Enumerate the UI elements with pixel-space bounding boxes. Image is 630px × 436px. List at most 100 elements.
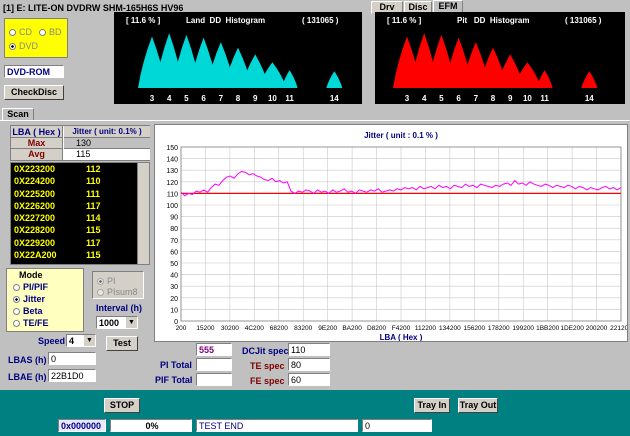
x-tick-label: 30200 [221,325,239,332]
y-tick-label: 20 [170,296,178,303]
radio-icon[interactable] [13,320,20,328]
histogram-tick-label: 10 [268,94,277,103]
status-count: 0 [362,419,432,432]
mode-option-label: Beta [23,306,43,316]
radio-icon[interactable] [13,296,20,304]
histogram-tick-label: 3 [405,94,410,103]
histogram-peak [281,70,298,88]
x-tick-label: 178200 [488,325,510,332]
avg-value: 115 [64,149,150,160]
y-tick-label: 110 [167,191,178,198]
histogram-tick-label: 7 [474,94,479,103]
list-scrollbar[interactable] [137,163,149,264]
radio-icon[interactable] [13,284,20,292]
fe-label: FE spec [250,376,285,386]
row-lba: 0X223200 [14,164,56,174]
y-tick-label: 30 [170,284,178,291]
lbae-input[interactable]: 22B1D0 [48,369,96,382]
stop-button[interactable]: STOP [104,398,140,413]
histogram-tick-label: 4 [167,94,172,103]
land-histogram: [ 11.6 % ] Land DD Histogram ( 131065 ) … [114,12,362,104]
lbas-input[interactable]: 0 [48,352,96,365]
mode-option[interactable]: Beta [13,306,49,318]
table-row[interactable]: 0X225200 111 [14,188,132,200]
status-lba: 0x000000 [58,419,106,432]
status-message: TEST END [196,419,358,432]
lbas-label: LBAS (h) [8,355,47,365]
histogram-tick-label: 6 [201,94,206,103]
histogram-tick-label: 11 [285,94,294,103]
histogram-peak [536,70,553,88]
y-tick-label: 70 [170,238,178,245]
x-tick-label: 83200 [294,325,312,332]
jitter-data-list[interactable]: 0X223200 112 0X224200 110 0X225200 111 0X22620… [10,162,150,265]
avg-label: Avg [11,149,63,160]
x-tick-label: 4C200 [245,325,265,332]
pi-group: PI PIsum8 [92,271,144,299]
histogram-tick-label: 4 [422,94,427,103]
mode-option[interactable]: Jitter [13,294,49,306]
x-tick-label: F4200 [392,325,411,332]
disc-label-field: DVD-ROM [4,65,64,78]
pit-histogram: [ 11.6 % ] Pit DD Histogram ( 131065 ) 3… [375,12,625,104]
mode-option[interactable]: PI/PIF [13,282,49,294]
mode-option[interactable]: TE/FE [13,318,49,330]
histogram-tick-label: 5 [184,94,189,103]
row-jitter: 114 [86,213,101,224]
pit-histogram-plot: 3 4 5 6 7 8 9 10 11 14 [393,33,598,103]
disc-dvd-radio[interactable]: DVD [9,41,38,51]
row-lba: 0X229200 [14,237,56,248]
te-label: TE spec [250,361,285,371]
y-tick-label: 130 [166,168,178,175]
histogram-tick-label: 8 [491,94,496,103]
mode-option-label: PI/PIF [23,282,49,292]
tray-out-button[interactable]: Tray Out [458,398,498,413]
lbae-label: LBAE (h) [8,372,47,382]
pi-radio[interactable]: PI [97,276,116,286]
histogram-tick-label: 10 [523,94,532,103]
row-jitter: 117 [86,237,101,248]
x-tick-label: 221200 [610,325,627,332]
y-tick-label: 10 [170,307,178,314]
y-tick-label: 140 [166,157,178,164]
pisum8-radio[interactable]: PIsum8 [97,287,138,297]
histogram-tick-label: 7 [219,94,224,103]
chevron-down-icon[interactable]: ▼ [84,335,95,346]
pi-total-field [196,358,232,371]
tray-in-button[interactable]: Tray In [414,398,450,413]
x-tick-label: 1BB200 [536,325,560,332]
fe-field[interactable]: 60 [288,373,330,386]
x-tick-label: 112200 [415,325,437,332]
table-row[interactable]: 0X223200 112 [14,163,132,175]
speed-select[interactable]: 4 ▼ [66,334,96,347]
test-button[interactable]: Test [106,336,138,351]
disc-bd-radio[interactable]: BD [39,27,62,37]
table-row[interactable]: 0X229200 117 [14,237,132,249]
disc-cd-radio[interactable]: CD [9,27,32,37]
x-tick-label: 9E200 [318,325,337,332]
check-disc-button[interactable]: CheckDisc [4,85,64,100]
histogram-tick-label: 9 [253,94,258,103]
x-tick-label: D8200 [367,325,387,332]
row-jitter: 115 [86,225,101,236]
table-row[interactable]: 0X226200 117 [14,200,132,212]
x-tick-label: 68200 [270,325,288,332]
max-value: 130 [64,138,150,149]
pif-total-field [196,373,232,386]
max-label: Max [11,138,63,149]
table-row[interactable]: 0X224200 110 [14,175,132,187]
interval-select[interactable]: 1000 ▼ [96,316,138,329]
table-row[interactable]: 0X228200 115 [14,224,132,236]
table-row[interactable]: 0X227200 114 [14,212,132,224]
dcjit-field[interactable]: 110 [288,343,330,356]
row-lba: 0X224200 [14,176,56,187]
progress-bar: 0% [110,419,192,432]
chevron-down-icon[interactable]: ▼ [126,317,137,328]
table-row[interactable]: 0X22A200 115 [14,249,132,261]
te-field[interactable]: 80 [288,358,330,371]
row-jitter: 115 [86,250,101,261]
x-axis-label: LBA ( Hex ) [380,333,423,341]
x-tick-label: 200 [176,325,187,332]
radio-icon[interactable] [13,308,20,316]
x-tick-label: 15200 [196,325,214,332]
